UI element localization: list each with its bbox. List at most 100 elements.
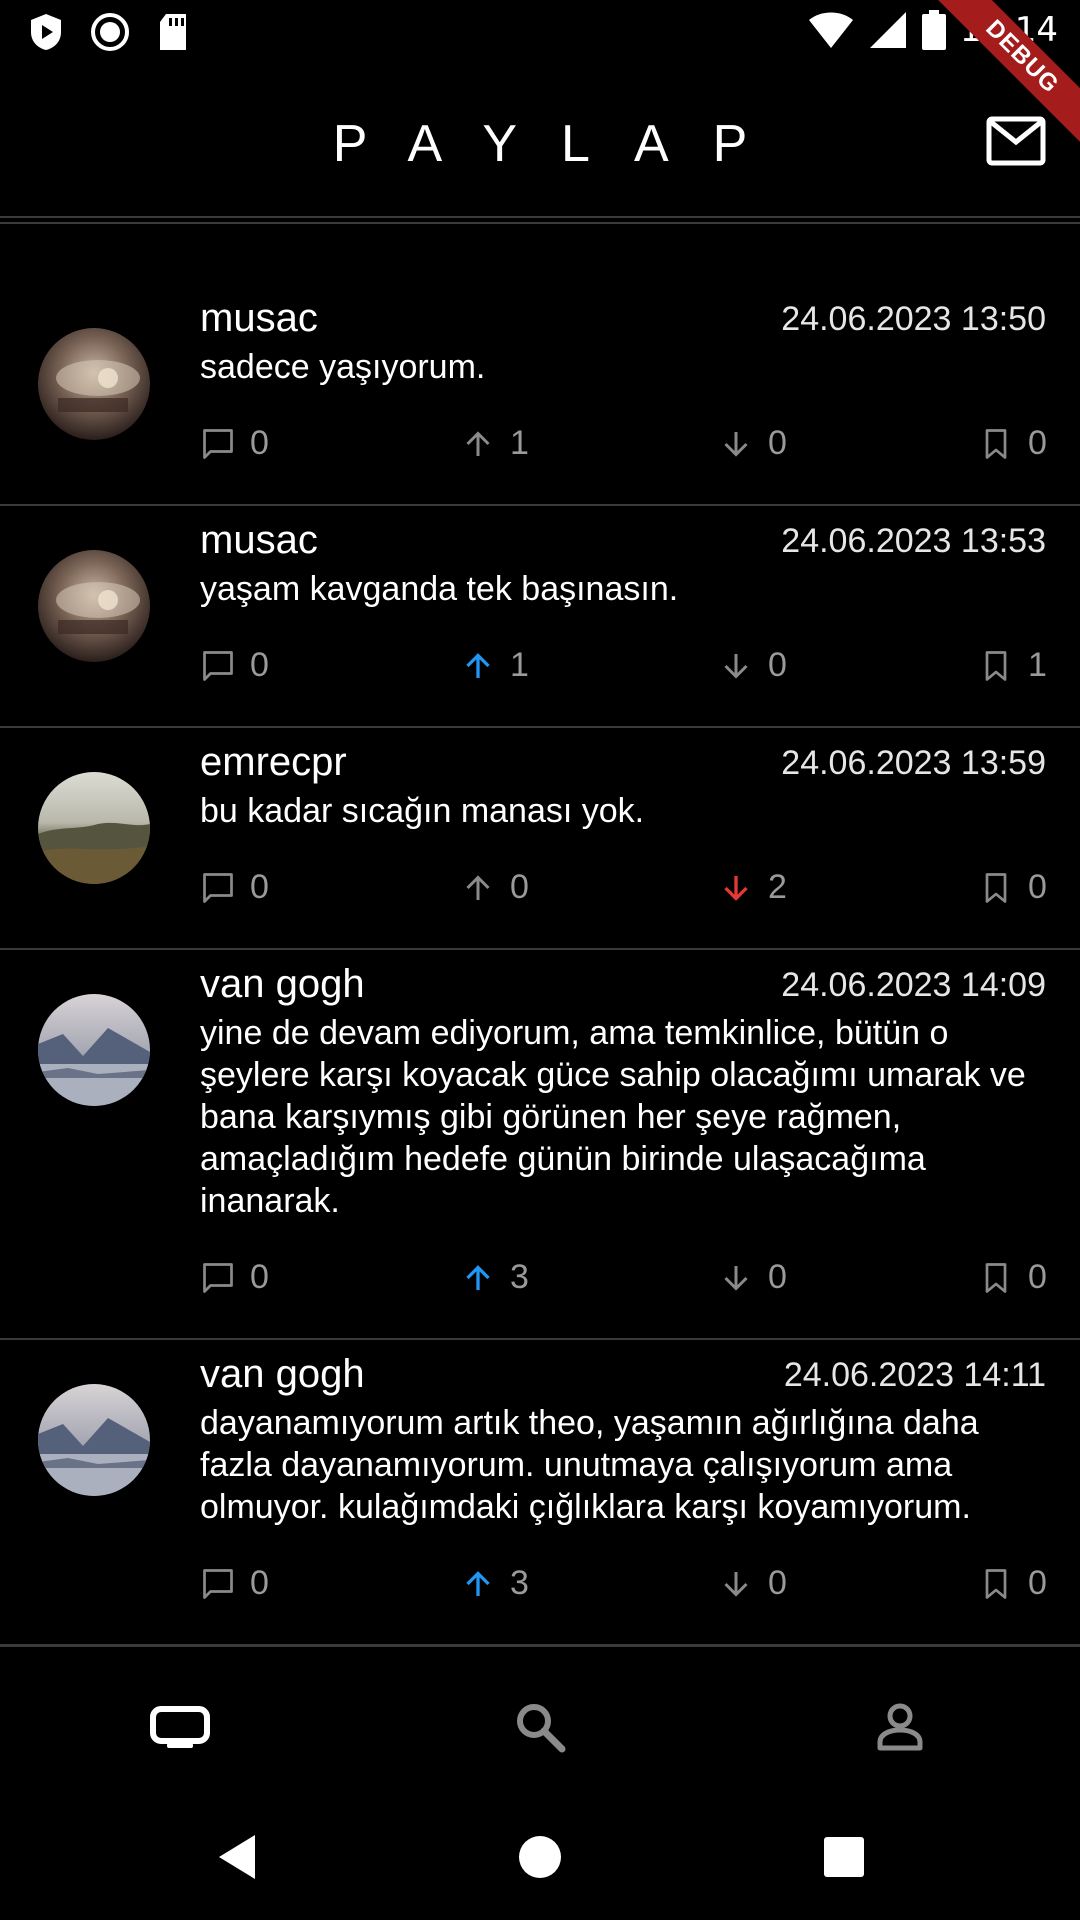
mail-icon bbox=[986, 116, 1046, 166]
save-button[interactable]: 0 bbox=[978, 1258, 1047, 1297]
bookmark-icon bbox=[985, 1568, 1007, 1599]
username[interactable]: emrecpr bbox=[200, 740, 347, 785]
post-timestamp: 24.06.2023 13:59 bbox=[781, 744, 1046, 782]
post-text: sadece yaşıyorum. bbox=[200, 348, 486, 386]
comment-count: 0 bbox=[250, 1258, 269, 1296]
upvote-count: 0 bbox=[510, 868, 529, 906]
comment-button[interactable]: 0 bbox=[200, 424, 269, 463]
save-button[interactable]: 1 bbox=[978, 646, 1047, 685]
avatar[interactable] bbox=[38, 1384, 150, 1496]
post-card[interactable]: musac 24.06.2023 13:53 yaşam kavganda te… bbox=[0, 506, 1080, 728]
signal-icon bbox=[870, 12, 907, 48]
arrow-up-icon bbox=[466, 1264, 490, 1290]
save-button[interactable]: 0 bbox=[978, 1564, 1047, 1603]
post-timestamp: 24.06.2023 14:09 bbox=[781, 966, 1046, 1004]
username[interactable]: van gogh bbox=[200, 962, 365, 1007]
post-text: yaşam kavganda tek başınasın. bbox=[200, 570, 679, 608]
home-icon bbox=[519, 1836, 561, 1878]
save-count: 0 bbox=[1028, 1258, 1047, 1296]
nav-profile-tab[interactable] bbox=[865, 1697, 935, 1757]
save-button[interactable]: 0 bbox=[978, 868, 1047, 907]
comment-count: 0 bbox=[250, 1564, 269, 1602]
app-bar: PAYLAP bbox=[0, 64, 1080, 218]
post-card[interactable]: musac 24.06.2023 13:50 sadece yaşıyorum.… bbox=[0, 284, 1080, 506]
comment-icon bbox=[203, 872, 233, 903]
downvote-button[interactable]: 0 bbox=[718, 1564, 787, 1603]
back-button[interactable] bbox=[205, 1825, 269, 1889]
upvote-button[interactable]: 3 bbox=[460, 1258, 529, 1297]
username[interactable]: van gogh bbox=[200, 1352, 365, 1397]
post-card[interactable]: emrecpr 24.06.2023 13:59 bu kadar sıcağı… bbox=[0, 728, 1080, 950]
arrow-down-icon bbox=[724, 875, 748, 901]
nav-feed-tab[interactable] bbox=[145, 1697, 215, 1757]
upvote-count: 1 bbox=[510, 646, 529, 684]
downvote-button[interactable]: 0 bbox=[718, 424, 787, 463]
post-card-partial[interactable]: 0 2 0 0 bbox=[0, 220, 1080, 224]
comment-button[interactable]: 0 bbox=[200, 1564, 269, 1603]
back-icon bbox=[219, 1835, 255, 1879]
arrow-down-icon bbox=[724, 653, 748, 679]
downvote-button[interactable]: 0 bbox=[718, 1258, 787, 1297]
comment-count: 0 bbox=[250, 868, 269, 906]
save-button[interactable]: 0 bbox=[978, 424, 1047, 463]
bookmark-icon bbox=[985, 1262, 1007, 1293]
downvote-button[interactable]: 0 bbox=[718, 646, 787, 685]
downvote-count: 0 bbox=[768, 424, 787, 462]
post-card[interactable]: van gogh 24.06.2023 14:11 dayanamıyorum … bbox=[0, 1340, 1080, 1645]
post-timestamp: 24.06.2023 14:11 bbox=[783, 1356, 1046, 1394]
system-navigation-bar bbox=[0, 1795, 1080, 1920]
status-bar: 11:14 bbox=[0, 0, 1080, 64]
post-text: yine de devam ediyorum, ama temkinlice, … bbox=[200, 1014, 1026, 1220]
comment-button[interactable]: 0 bbox=[200, 646, 269, 685]
post-card[interactable]: van gogh 24.06.2023 14:09 yine de devam … bbox=[0, 950, 1080, 1340]
downvote-count: 0 bbox=[768, 1564, 787, 1602]
arrow-down-icon bbox=[724, 431, 748, 457]
comment-button[interactable]: 0 bbox=[200, 868, 269, 907]
username[interactable]: musac bbox=[200, 518, 318, 563]
upvote-button[interactable]: 3 bbox=[460, 1564, 529, 1603]
wifi-icon bbox=[809, 12, 854, 48]
bookmark-icon bbox=[985, 872, 1007, 903]
post-text: bu kadar sıcağın manası yok. bbox=[200, 792, 645, 830]
messages-button[interactable] bbox=[986, 116, 1046, 166]
app-title: PAYLAP bbox=[332, 115, 792, 173]
comment-icon bbox=[203, 1262, 233, 1293]
arrow-down-icon bbox=[724, 1571, 748, 1597]
arrow-up-icon bbox=[466, 430, 490, 456]
play-protect-icon bbox=[31, 14, 61, 50]
upvote-button[interactable]: 0 bbox=[460, 868, 529, 907]
bottom-navigation bbox=[0, 1645, 1080, 1795]
save-count: 1 bbox=[1028, 646, 1047, 684]
avatar[interactable] bbox=[38, 994, 150, 1106]
feed-icon bbox=[150, 1706, 210, 1748]
arrow-up-icon bbox=[466, 652, 490, 678]
battery-icon bbox=[922, 10, 947, 50]
save-count: 0 bbox=[1028, 868, 1047, 906]
comment-button[interactable]: 0 bbox=[200, 1258, 269, 1297]
save-count: 0 bbox=[1028, 424, 1047, 462]
bookmark-icon bbox=[985, 428, 1007, 459]
upvote-button[interactable]: 1 bbox=[460, 646, 529, 685]
comment-count: 0 bbox=[250, 646, 269, 684]
recents-button[interactable] bbox=[812, 1825, 876, 1889]
downvote-count: 2 bbox=[768, 868, 787, 906]
upvote-count: 1 bbox=[510, 424, 529, 462]
nav-search-tab[interactable] bbox=[505, 1697, 575, 1757]
sd-card-icon bbox=[160, 14, 186, 50]
arrow-up-icon bbox=[466, 1570, 490, 1596]
post-timestamp: 24.06.2023 13:53 bbox=[781, 522, 1046, 560]
save-count: 0 bbox=[1028, 1564, 1047, 1602]
upvote-count: 3 bbox=[510, 1258, 529, 1296]
username[interactable]: musac bbox=[200, 296, 318, 341]
comment-icon bbox=[203, 428, 233, 459]
record-icon bbox=[91, 13, 129, 51]
comment-count: 0 bbox=[250, 424, 269, 462]
recents-icon bbox=[824, 1837, 864, 1877]
profile-icon bbox=[877, 1703, 923, 1751]
home-button[interactable] bbox=[508, 1825, 572, 1889]
upvote-button[interactable]: 1 bbox=[460, 424, 529, 463]
comment-icon bbox=[203, 1568, 233, 1599]
post-feed[interactable]: 0 2 0 0 musa bbox=[0, 220, 1080, 1645]
bookmark-icon bbox=[985, 650, 1007, 681]
downvote-button[interactable]: 2 bbox=[718, 868, 787, 907]
